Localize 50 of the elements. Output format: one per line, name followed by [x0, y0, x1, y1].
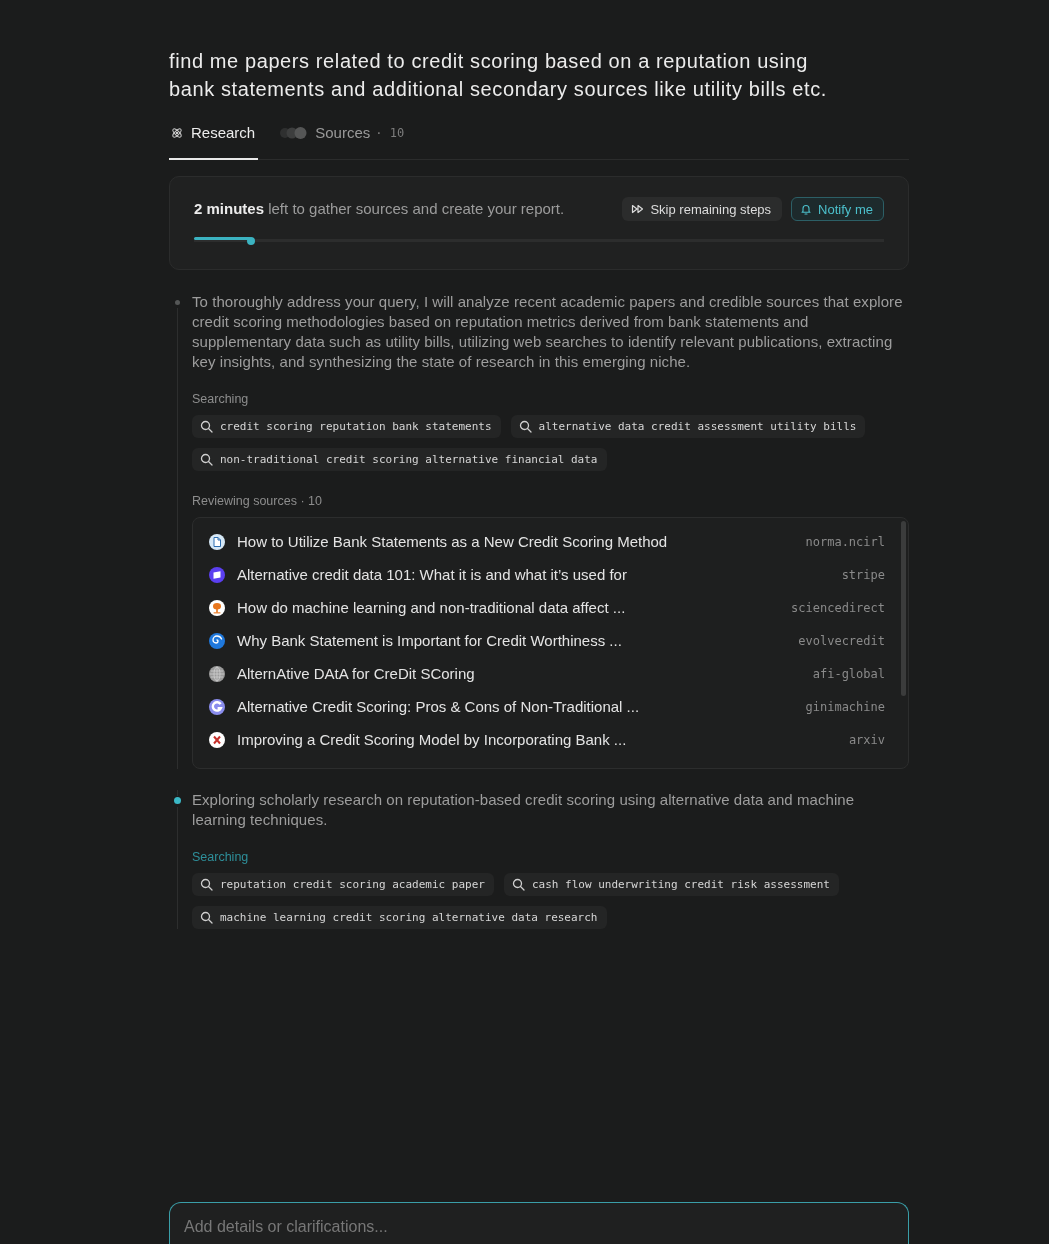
- search-icon: [511, 878, 525, 891]
- source-domain: norma.ncirl: [805, 534, 885, 549]
- arc-logo-icon: [209, 698, 225, 715]
- fast-forward-icon: [631, 203, 645, 215]
- search-icon: [518, 420, 532, 433]
- source-domain: afi-global: [812, 666, 885, 681]
- bell-icon: [800, 203, 813, 215]
- tree-logo-icon: [209, 599, 225, 616]
- stacked-circles-icon: [279, 127, 308, 139]
- search-query-text: non-traditional credit scoring alternative financial data: [220, 453, 598, 466]
- cross-logo-icon: [209, 731, 225, 748]
- search-query-text: credit scoring reputation bank statements: [220, 420, 492, 433]
- source-domain: evolvecredit: [798, 633, 885, 648]
- scrollbar[interactable]: [901, 521, 906, 696]
- skip-button[interactable]: Skip remaining steps: [622, 197, 783, 221]
- source-domain: sciencedirect: [791, 600, 885, 615]
- source-link[interactable]: Improving a Credit Scoring Model by Incorporating Bank ...: [237, 731, 627, 748]
- step-description: To thoroughly address your query, I will analyze recent academic papers and credible sources that explore credit scoring methodologies based on reputation metrics derived from bank statements and supplementary data such as utility bills, utilizing web searches to identify relevant publications, extracting key insights, and synthesizing the state of research in this emerging niche.: [192, 292, 904, 372]
- query-title: find me papers related to credit scoring based on a reputation using bank statements and additional secondary sources like utility bills etc.: [169, 49, 828, 102]
- atom-icon: [171, 127, 183, 139]
- time-remaining-text: 2 minutes left to gather sources and create your report.: [194, 199, 566, 219]
- section-label: Reviewing sources · 10: [192, 493, 323, 509]
- tab[interactable]: Sources · 10: [277, 123, 408, 160]
- search-icon: [200, 878, 213, 891]
- tab[interactable]: Research: [169, 123, 259, 160]
- search-icon: [200, 453, 213, 466]
- source-domain: arxiv: [848, 732, 885, 747]
- search-query-text: cash flow underwriting credit risk assessment: [531, 878, 830, 891]
- source-link[interactable]: How do machine learning and non-traditional data affect ...: [237, 599, 626, 616]
- source-link[interactable]: Alternative credit data 101: What it is and what it’s used for: [237, 566, 627, 583]
- search-query-text: reputation credit scoring academic paper: [220, 878, 485, 891]
- section-label: Searching: [192, 391, 250, 407]
- source-link[interactable]: AlternAtive DAtA for CreDit SCoring: [237, 665, 475, 682]
- section-label: Searching: [192, 849, 250, 865]
- source-domain: stripe: [841, 567, 885, 582]
- search-query-text: alternative data credit assessment utility bills: [538, 420, 857, 433]
- source-link[interactable]: Alternative Credit Scoring: Pros & Cons of Non-Traditional ...: [237, 698, 640, 715]
- search-icon: [200, 911, 213, 924]
- globe-icon: [209, 665, 225, 682]
- search-icon: [200, 420, 213, 433]
- source-domain: ginimachine: [805, 699, 885, 714]
- search-query-text: machine learning credit scoring alternative data research: [220, 911, 598, 924]
- step-description: Exploring scholarly research on reputation-based credit scoring using alternative data and machine learning techniques.: [192, 790, 856, 830]
- spiral-logo-icon: [209, 632, 225, 649]
- source-link[interactable]: Why Bank Statement is Important for Credit Worthiness ...: [237, 632, 622, 649]
- tile-logo-icon: [209, 566, 225, 583]
- notify-button[interactable]: Notify me: [791, 197, 884, 221]
- document-icon: [209, 533, 225, 550]
- source-link[interactable]: How to Utilize Bank Statements as a New Credit Scoring Method: [237, 533, 668, 550]
- details-input[interactable]: Add details or clarifications...: [169, 1202, 909, 1244]
